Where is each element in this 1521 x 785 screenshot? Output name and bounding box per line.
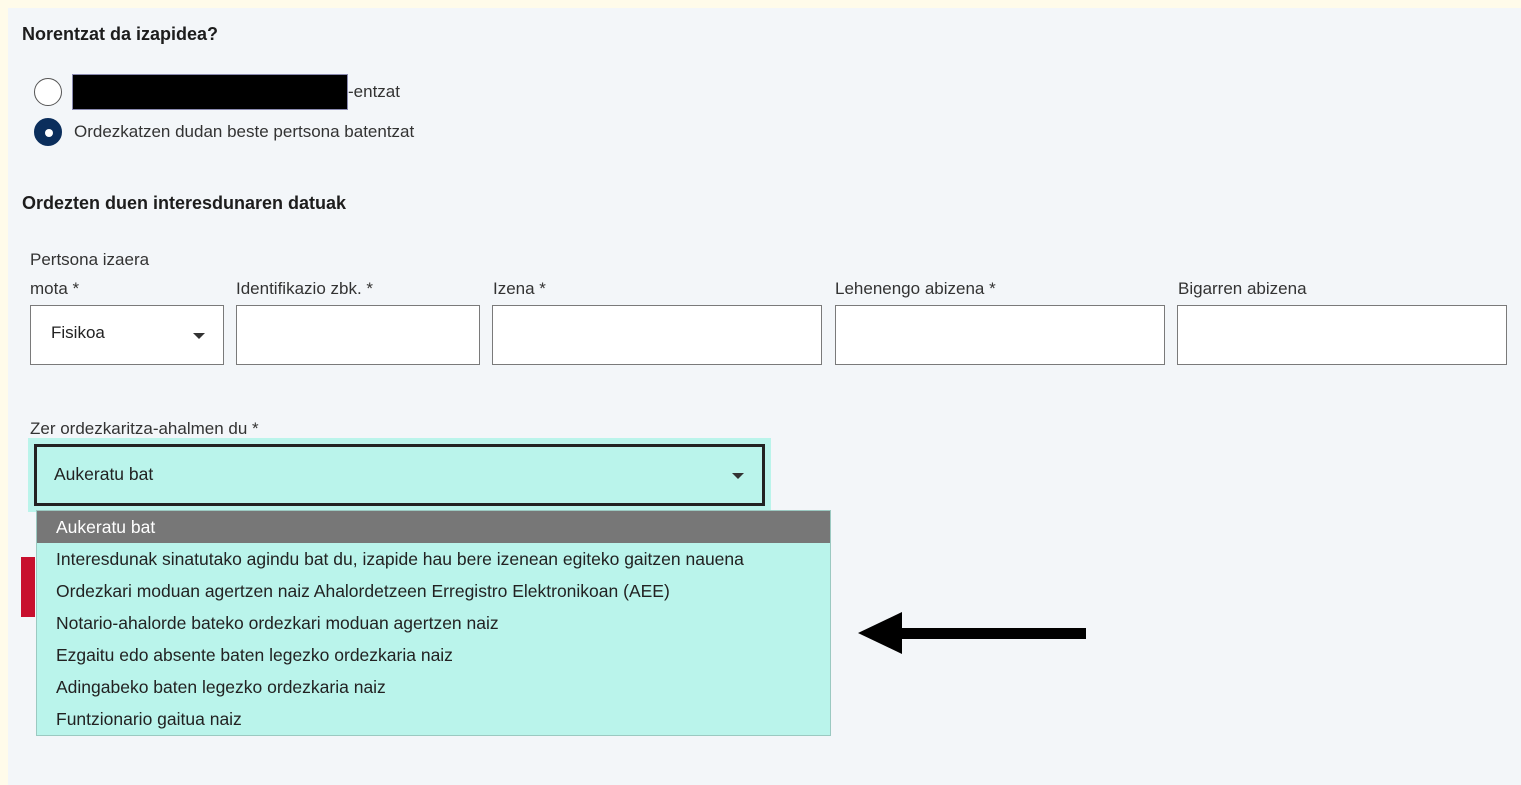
surname1-input[interactable] — [835, 305, 1165, 365]
section-title-data: Ordezten duen interesdunaren datuak — [22, 193, 347, 213]
section-title-who: Norentzat da izapidea? — [22, 24, 219, 44]
dropdown-option[interactable]: Adingabeko baten legezko ordezkaria naiz — [37, 671, 830, 703]
radio-other[interactable] — [34, 118, 62, 146]
radio-self[interactable] — [34, 78, 62, 106]
dropdown-option[interactable]: Ezgaitu edo absente baten legezko ordezk… — [37, 639, 830, 671]
surname2-input[interactable] — [1177, 305, 1507, 365]
radio-other-label: Ordezkatzen dudan beste pertsona batentz… — [74, 122, 415, 141]
person-type-label-line2: mota * — [30, 279, 80, 298]
name-label: Izena * — [493, 279, 546, 298]
surname2-label: Bigarren abizena — [1178, 279, 1307, 298]
radio-option-self[interactable]: -entzat — [34, 74, 400, 110]
dropdown-option[interactable]: Ordezkari moduan agertzen naiz Ahalordet… — [37, 575, 830, 607]
representation-select[interactable]: Aukeratu bat — [34, 444, 765, 506]
dropdown-option[interactable]: Notario-ahalorde bateko ordezkari moduan… — [37, 607, 830, 639]
representation-select-value: Aukeratu bat — [54, 464, 154, 484]
id-input[interactable] — [236, 305, 480, 365]
dropdown-option[interactable]: Interesdunak sinatutako agindu bat du, i… — [37, 543, 830, 575]
dropdown-option[interactable]: Aukeratu bat — [37, 511, 830, 543]
redacted-name — [72, 74, 348, 110]
error-indicator — [21, 557, 35, 617]
representation-select-focus[interactable]: Aukeratu bat — [28, 438, 771, 512]
radio-self-suffix: -entzat — [348, 82, 400, 101]
surname1-label: Lehenengo abizena * — [835, 279, 996, 298]
dropdown-option[interactable]: Funtzionario gaitua naiz — [37, 703, 830, 735]
id-label: Identifikazio zbk. * — [236, 279, 374, 298]
name-input[interactable] — [492, 305, 822, 365]
radio-option-other[interactable]: Ordezkatzen dudan beste pertsona batentz… — [34, 118, 414, 146]
arrow-left-icon — [858, 612, 1086, 654]
chevron-down-icon — [732, 473, 744, 479]
person-type-value: Fisikoa — [51, 323, 105, 342]
chevron-down-icon — [193, 333, 205, 339]
representation-dropdown-list[interactable]: Aukeratu bat Interesdunak sinatutako agi… — [36, 510, 831, 736]
person-type-select[interactable]: Fisikoa — [30, 305, 224, 365]
person-type-label-line1: Pertsona izaera — [30, 250, 150, 269]
